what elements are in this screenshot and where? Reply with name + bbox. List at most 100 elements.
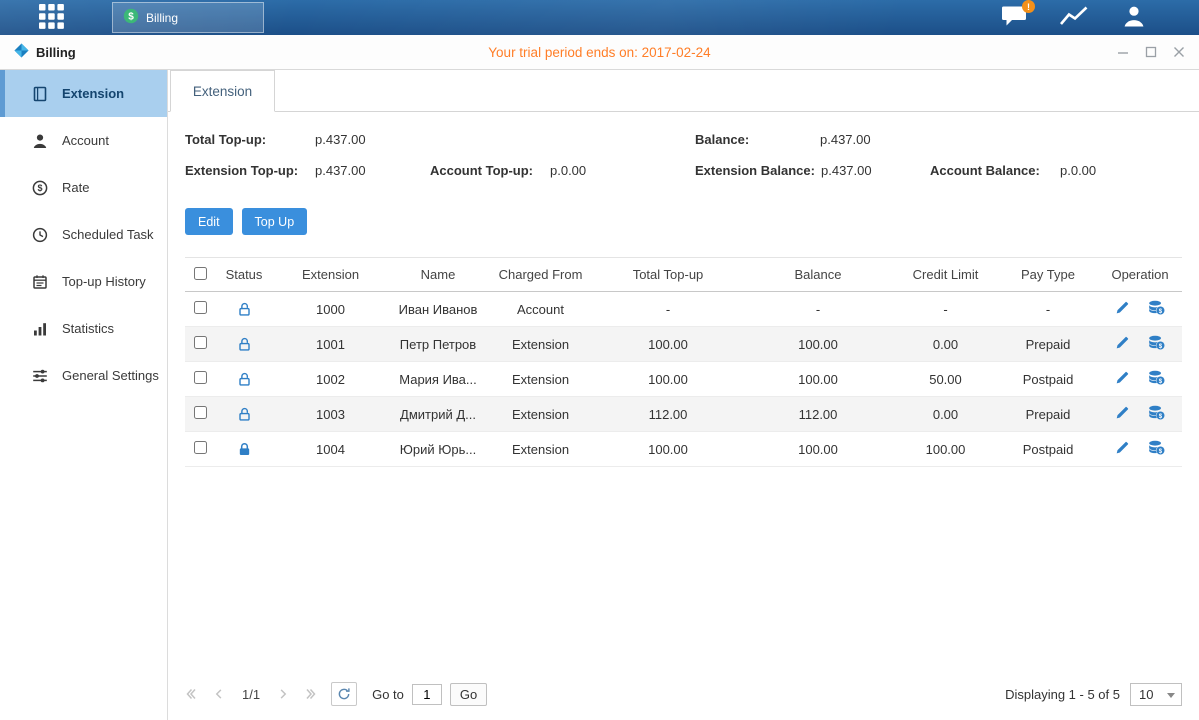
- charged-from-cell: Account: [488, 292, 593, 327]
- sidebar: Extension Account $ Rate Scheduled Task …: [0, 70, 168, 720]
- close-icon[interactable]: [1173, 46, 1185, 58]
- total-topup-cell: -: [593, 292, 743, 327]
- edit-icon[interactable]: [1115, 300, 1130, 315]
- topup-icon[interactable]: $: [1148, 370, 1165, 385]
- app-title-label: Billing: [36, 45, 76, 60]
- pay-type-cell: -: [998, 292, 1098, 327]
- row-checkbox[interactable]: [194, 371, 207, 384]
- table-row: 1004 Юрий Юрь... Extension 100.00 100.00…: [185, 432, 1182, 467]
- user-icon[interactable]: [1121, 3, 1147, 32]
- sidebar-item-general-settings[interactable]: General Settings: [0, 352, 167, 399]
- page-size-select[interactable]: 10: [1130, 683, 1182, 706]
- credit-limit-cell: 50.00: [893, 362, 998, 397]
- sidebar-item-extension[interactable]: Extension: [0, 70, 167, 117]
- pay-type-cell: Postpaid: [998, 432, 1098, 467]
- total-topup-cell: 100.00: [593, 362, 743, 397]
- pagination-bar: 1/1 Go to Go Displaying 1 - 5 of 5 10: [168, 680, 1199, 720]
- chevron-down-icon: [1167, 693, 1175, 698]
- extension-cell: 1001: [273, 327, 388, 362]
- total-topup-cell: 100.00: [593, 432, 743, 467]
- goto-label: Go to: [372, 687, 404, 702]
- sliders-icon: [31, 367, 49, 385]
- titlebar: Billing Your trial period ends on: 2017-…: [0, 35, 1199, 70]
- account-balance-label: Account Balance:: [930, 163, 1040, 178]
- edit-icon[interactable]: [1115, 335, 1130, 350]
- billing-gem-icon: [14, 43, 29, 61]
- edit-icon[interactable]: [1115, 370, 1130, 385]
- first-page-icon[interactable]: [185, 688, 197, 700]
- operation-cell: $: [1098, 397, 1182, 432]
- col-header-operation: Operation: [1098, 258, 1182, 292]
- clock-icon: [31, 226, 49, 244]
- row-checkbox[interactable]: [194, 406, 207, 419]
- name-cell: Иван Иванов: [388, 292, 488, 327]
- app-title: Billing: [14, 43, 76, 61]
- sidebar-item-statistics[interactable]: Statistics: [0, 305, 167, 352]
- lock-status-icon: [237, 337, 252, 352]
- topup-icon[interactable]: $: [1148, 300, 1165, 315]
- calendar-icon: [31, 273, 49, 291]
- col-header-balance: Balance: [743, 258, 893, 292]
- balance-cell: -: [743, 292, 893, 327]
- edit-icon[interactable]: [1115, 440, 1130, 455]
- minimize-icon[interactable]: [1117, 46, 1129, 58]
- total-topup-value: p.437.00: [315, 132, 366, 147]
- sidebar-item-topup-history[interactable]: Top-up History: [0, 258, 167, 305]
- sidebar-item-rate[interactable]: $ Rate: [0, 164, 167, 211]
- page-indicator: 1/1: [242, 687, 260, 702]
- extension-balance-label: Extension Balance:: [695, 163, 815, 178]
- sidebar-item-account[interactable]: Account: [0, 117, 167, 164]
- topup-icon[interactable]: $: [1148, 335, 1165, 350]
- credit-limit-cell: 0.00: [893, 327, 998, 362]
- topup-icon[interactable]: $: [1148, 440, 1165, 455]
- charged-from-cell: Extension: [488, 397, 593, 432]
- edit-button[interactable]: Edit: [185, 208, 233, 235]
- operation-cell: $: [1098, 292, 1182, 327]
- row-checkbox[interactable]: [194, 301, 207, 314]
- total-topup-cell: 112.00: [593, 397, 743, 432]
- extension-cell: 1003: [273, 397, 388, 432]
- row-checkbox[interactable]: [194, 336, 207, 349]
- lock-status-icon: [237, 442, 252, 457]
- last-page-icon[interactable]: [305, 688, 317, 700]
- pay-type-cell: Prepaid: [998, 327, 1098, 362]
- prev-page-icon[interactable]: [214, 688, 225, 700]
- rate-icon: $: [31, 179, 49, 197]
- sidebar-item-label: Statistics: [62, 321, 114, 336]
- col-header-credit-limit: Credit Limit: [893, 258, 998, 292]
- topup-icon[interactable]: $: [1148, 405, 1165, 420]
- topbar-tab-billing[interactable]: $ Billing: [112, 2, 264, 33]
- col-header-status: Status: [215, 258, 273, 292]
- credit-limit-cell: 100.00: [893, 432, 998, 467]
- row-checkbox[interactable]: [194, 441, 207, 454]
- extension-cell: 1000: [273, 292, 388, 327]
- topbar-icons: !: [1001, 0, 1147, 35]
- maximize-icon[interactable]: [1145, 46, 1157, 58]
- top-up-button[interactable]: Top Up: [242, 208, 308, 235]
- lock-status-icon: [237, 407, 252, 422]
- tab-extension[interactable]: Extension: [170, 70, 275, 112]
- chat-icon[interactable]: !: [1001, 5, 1027, 30]
- balance-cell: 100.00: [743, 432, 893, 467]
- goto-page-input[interactable]: [412, 684, 442, 705]
- table-row: 1001 Петр Петров Extension 100.00 100.00…: [185, 327, 1182, 362]
- edit-icon[interactable]: [1115, 405, 1130, 420]
- extension-balance-value: p.437.00: [821, 163, 872, 178]
- table-row: 1002 Мария Ива... Extension 100.00 100.0…: [185, 362, 1182, 397]
- col-header-pay-type: Pay Type: [998, 258, 1098, 292]
- notification-badge: !: [1022, 0, 1035, 13]
- window-controls: [1117, 46, 1185, 58]
- go-button[interactable]: Go: [450, 683, 487, 706]
- credit-limit-cell: 0.00: [893, 397, 998, 432]
- name-cell: Юрий Юрь...: [388, 432, 488, 467]
- select-all-checkbox[interactable]: [194, 267, 207, 280]
- extension-table: Status Extension Name Charged From Total…: [185, 257, 1182, 467]
- sidebar-item-label: Top-up History: [62, 274, 146, 289]
- next-page-icon[interactable]: [277, 688, 288, 700]
- apps-grid-icon[interactable]: [38, 3, 65, 33]
- sidebar-item-scheduled-task[interactable]: Scheduled Task: [0, 211, 167, 258]
- refresh-icon[interactable]: [331, 682, 357, 706]
- summary-section: Total Top-up: p.437.00 Balance: p.437.00…: [185, 128, 1182, 190]
- chart-icon[interactable]: [1059, 4, 1089, 31]
- account-icon: [31, 132, 49, 150]
